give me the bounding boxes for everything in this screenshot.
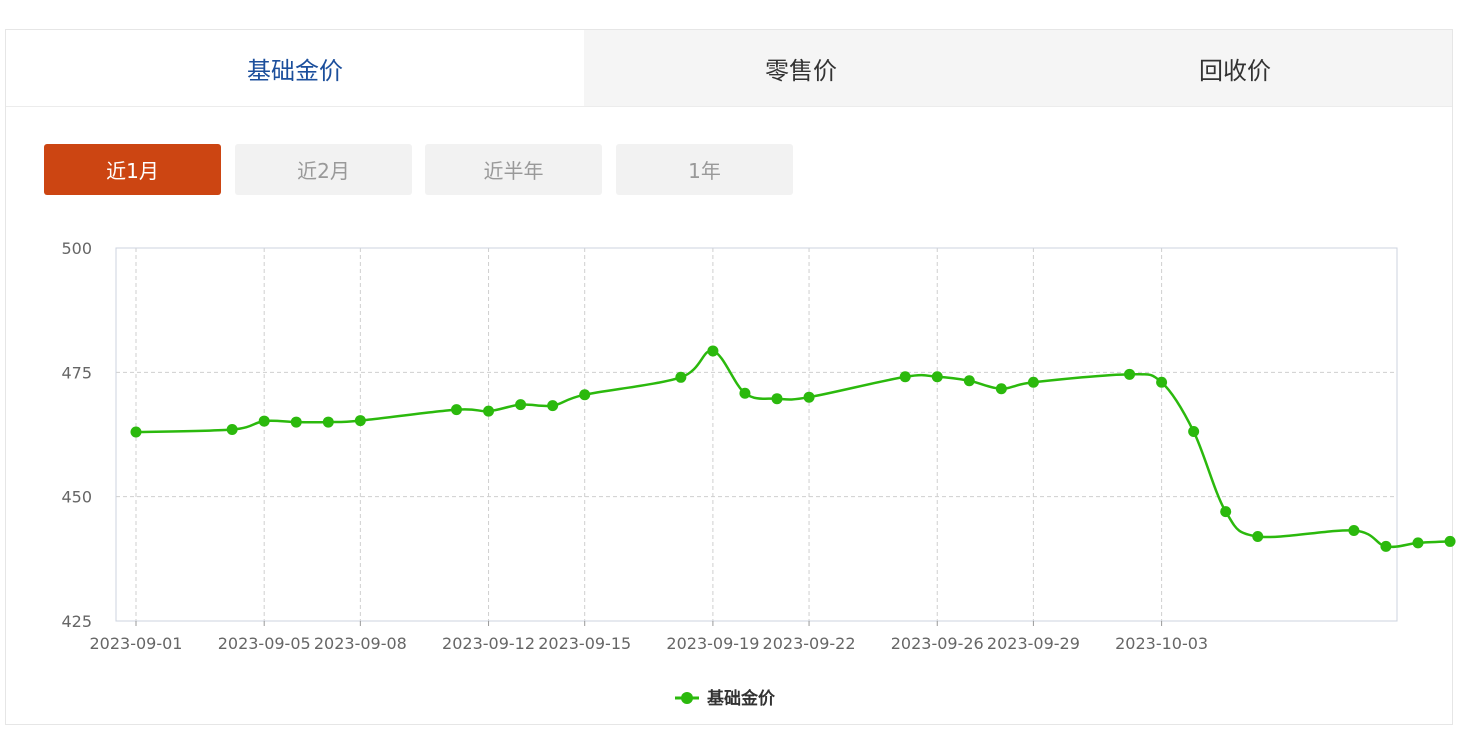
x-axis: 2023-09-01 2023-09-05 2023-09-08 2023-09-12… [90, 621, 1208, 653]
plot-frame [115, 247, 1398, 622]
data-point[interactable] [483, 405, 495, 417]
data-point[interactable] [1412, 537, 1424, 549]
data-point[interactable] [451, 404, 462, 416]
data-point[interactable] [130, 426, 142, 438]
data-point[interactable] [931, 371, 943, 383]
data-point[interactable] [899, 371, 911, 383]
data-point[interactable] [1124, 368, 1136, 380]
chart-grid [116, 248, 1397, 621]
data-point[interactable] [579, 389, 591, 401]
x-tick-label: 2023-09-05 [218, 634, 311, 653]
x-tick-label: 2023-09-19 [666, 634, 759, 653]
x-tick-label: 2023-09-15 [538, 634, 631, 653]
series-line-base-gold-price [135, 349, 1451, 549]
data-point[interactable] [1444, 535, 1456, 547]
y-tick-label: 450 [61, 488, 92, 507]
y-tick-label: 425 [61, 612, 92, 631]
x-tick-label: 2023-09-22 [763, 634, 856, 653]
data-point[interactable] [803, 391, 815, 403]
data-point[interactable] [1220, 506, 1232, 518]
data-point[interactable] [1188, 426, 1200, 438]
price-line-chart: 425450475500 2023-09-01 2023-09-05 2023-09… [61, 239, 1456, 709]
data-point[interactable] [258, 415, 270, 427]
x-tick-label: 2023-10-03 [1115, 634, 1208, 653]
series-points [130, 345, 1456, 552]
data-point[interactable] [322, 416, 334, 428]
data-point[interactable] [290, 416, 302, 428]
data-point[interactable] [1380, 540, 1392, 552]
x-tick-label: 2023-09-08 [314, 634, 407, 653]
y-tick-label: 475 [61, 363, 92, 382]
data-point[interactable] [707, 345, 719, 357]
legend-label: 基础金价 [706, 688, 776, 709]
data-point[interactable] [739, 387, 751, 399]
data-point[interactable] [963, 375, 975, 387]
legend-dot [681, 692, 693, 704]
y-tick-label: 500 [61, 239, 92, 258]
x-tick-label: 2023-09-26 [891, 634, 984, 653]
data-point[interactable] [1252, 530, 1264, 542]
data-point[interactable] [226, 424, 238, 436]
data-point[interactable] [771, 393, 783, 405]
x-tick-label: 2023-09-12 [442, 634, 535, 653]
data-point[interactable] [1027, 376, 1039, 388]
data-point[interactable] [995, 383, 1007, 395]
data-point[interactable] [515, 399, 527, 411]
data-point[interactable] [1348, 524, 1360, 536]
data-point[interactable] [1156, 376, 1168, 388]
data-point[interactable] [354, 415, 366, 427]
y-axis: 425 450 475 500 [61, 239, 92, 631]
data-point[interactable] [675, 371, 687, 383]
x-tick-label: 2023-09-01 [90, 634, 183, 653]
x-tick-label: 2023-09-29 [987, 634, 1080, 653]
legend[interactable]: 基础金价 [675, 688, 776, 709]
data-point[interactable] [547, 400, 559, 412]
